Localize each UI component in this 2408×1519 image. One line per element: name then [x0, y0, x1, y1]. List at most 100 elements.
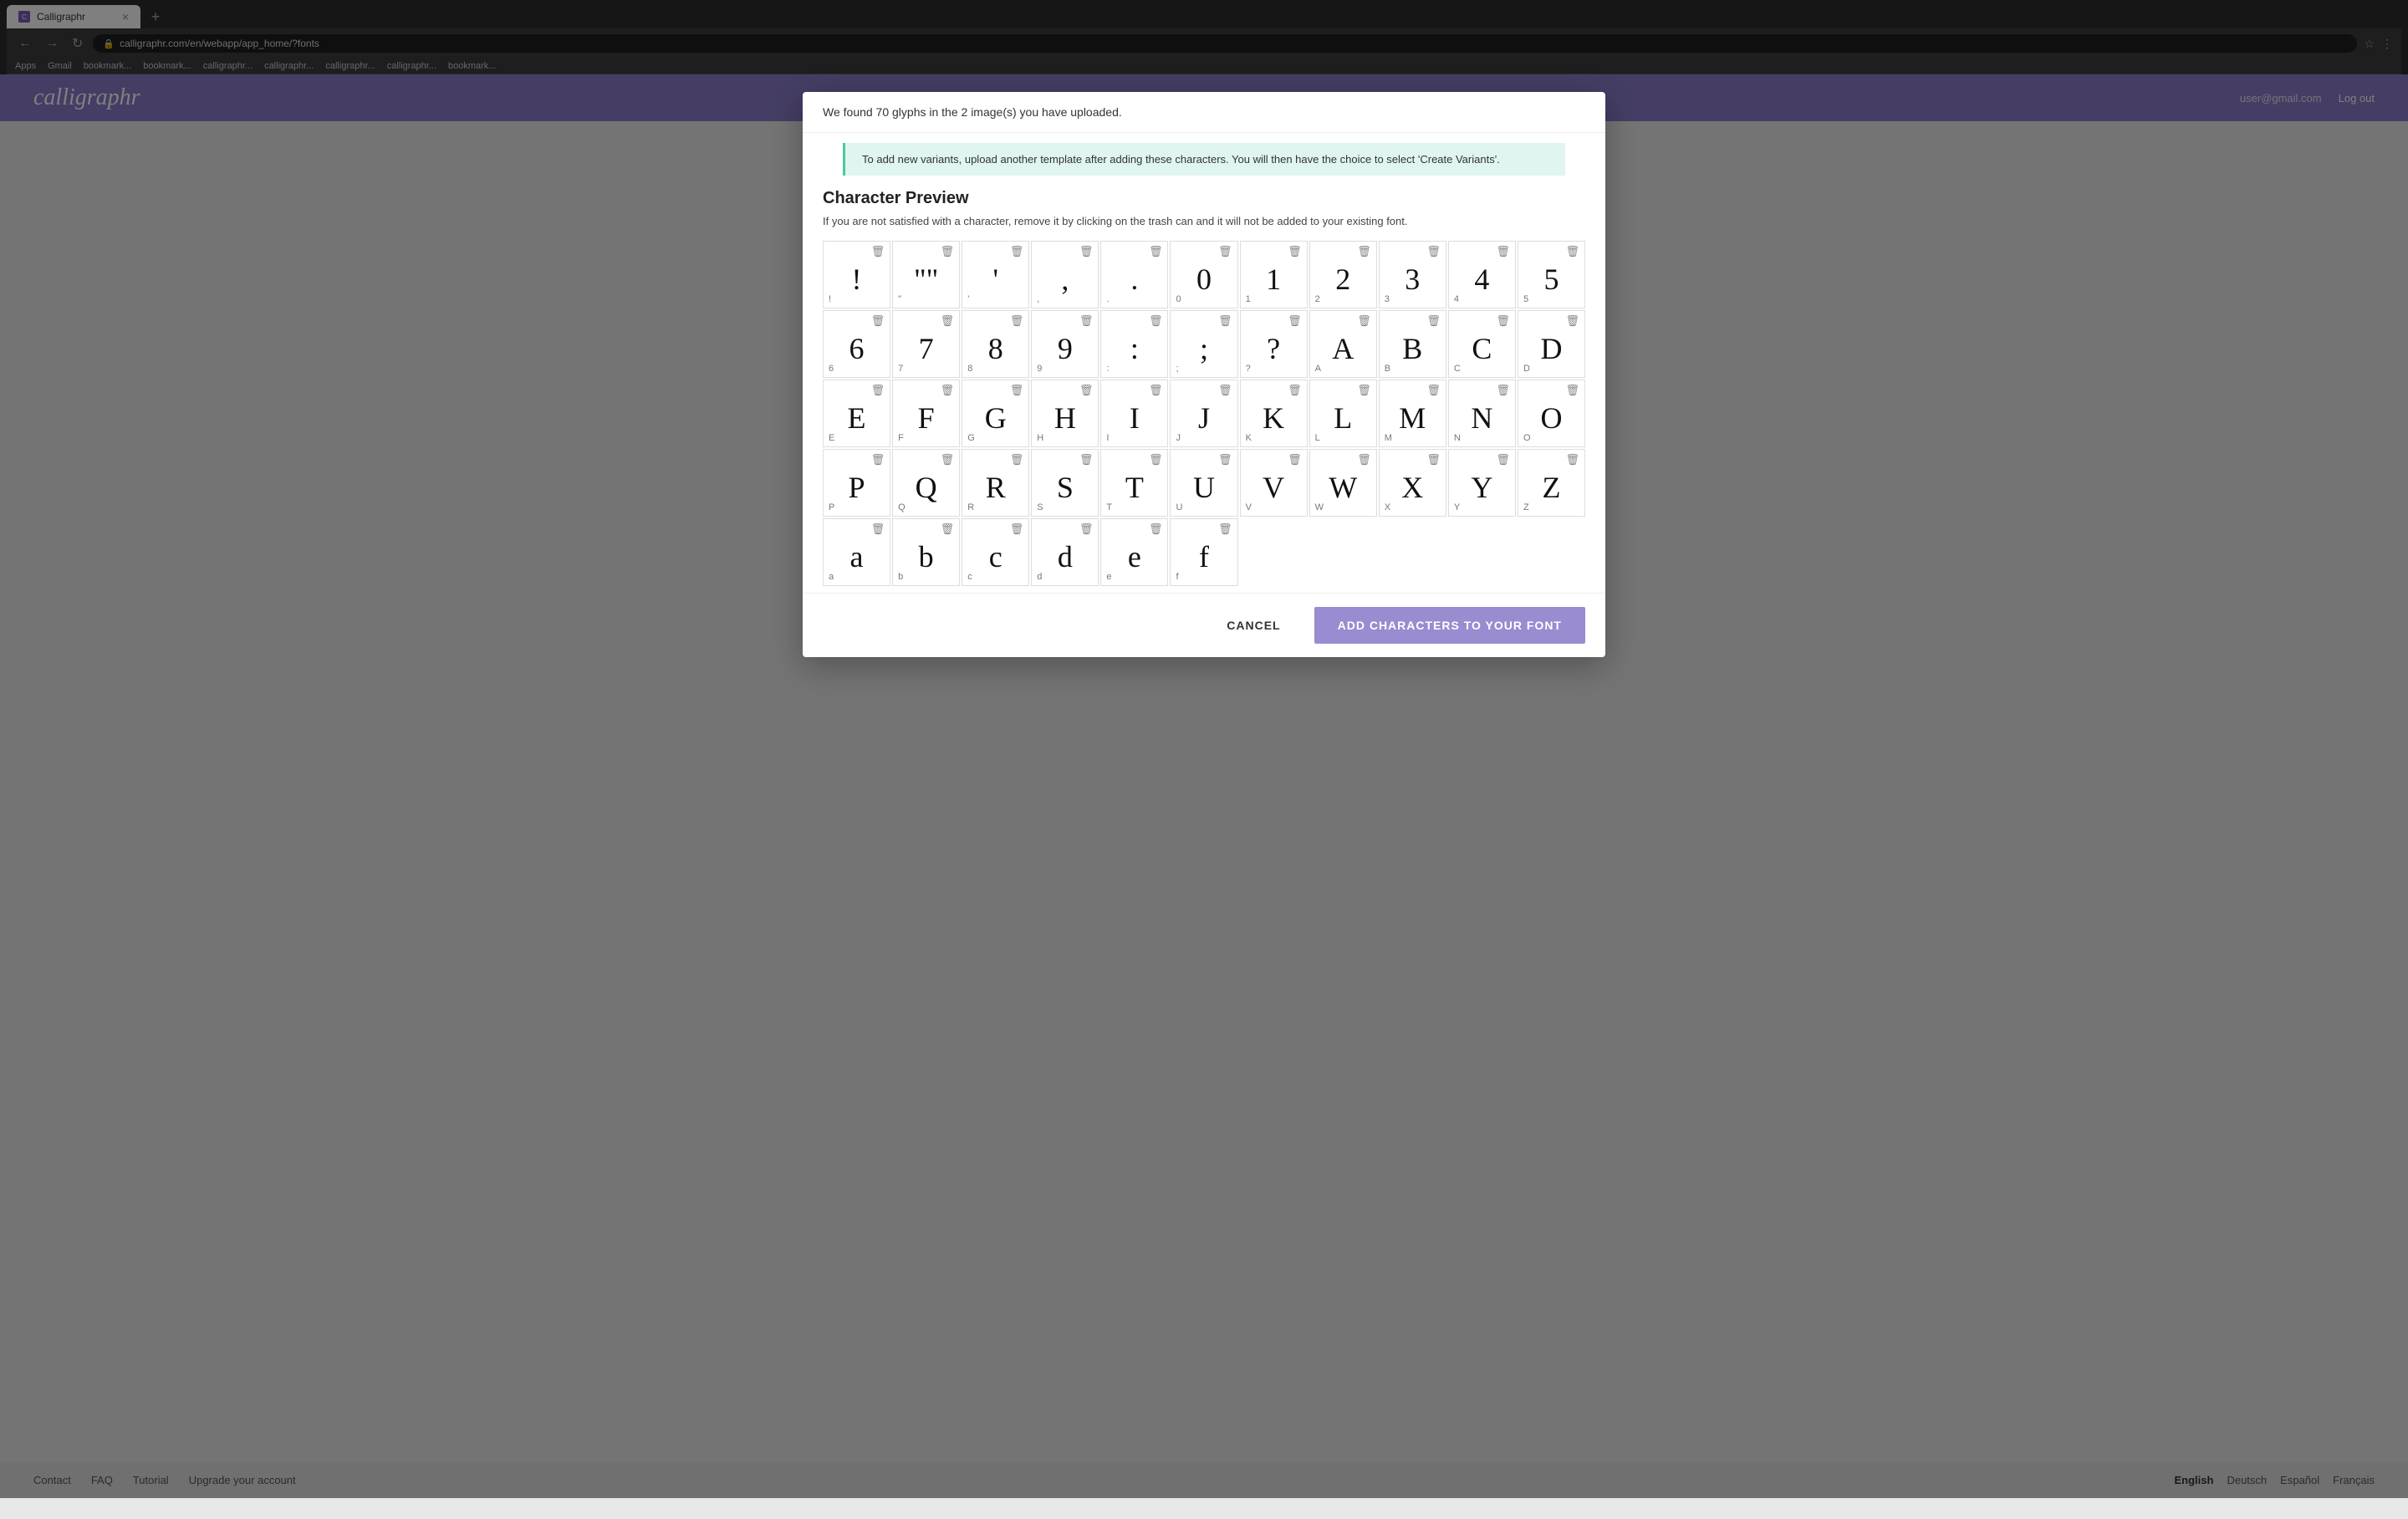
char-label-3: 3	[1385, 294, 1390, 304]
char-cell-9: 🗑99	[1031, 310, 1099, 378]
delete-char-1[interactable]: 🗑	[1288, 245, 1302, 258]
delete-char-R[interactable]: 🗑	[1010, 453, 1024, 466]
delete-char-e[interactable]: 🗑	[1149, 522, 1163, 536]
delete-char-P[interactable]: 🗑	[871, 453, 885, 466]
delete-char-A[interactable]: 🗑	[1357, 314, 1371, 328]
delete-char-C[interactable]: 🗑	[1496, 314, 1510, 328]
delete-char-f[interactable]: 🗑	[1218, 522, 1232, 536]
delete-char-![interactable]: 🗑	[871, 245, 885, 258]
delete-char-7[interactable]: 🗑	[941, 314, 955, 328]
char-display-c: c	[989, 542, 1002, 572]
char-display-W: W	[1329, 472, 1357, 502]
delete-char-U[interactable]: 🗑	[1218, 453, 1232, 466]
delete-char-'[interactable]: 🗑	[1010, 245, 1024, 258]
delete-char-9[interactable]: 🗑	[1079, 314, 1094, 328]
delete-char-8[interactable]: 🗑	[1010, 314, 1024, 328]
delete-char-X[interactable]: 🗑	[1426, 453, 1441, 466]
delete-char-:[interactable]: 🗑	[1149, 314, 1163, 328]
found-glyphs-text: We found 70 glyphs in the 2 image(s) you…	[823, 105, 1585, 119]
char-display-.: .	[1130, 264, 1138, 294]
delete-char-,[interactable]: 🗑	[1079, 245, 1094, 258]
char-cell-G: 🗑GG	[962, 380, 1029, 447]
delete-char-J[interactable]: 🗑	[1218, 384, 1232, 397]
char-label-T: T	[1106, 502, 1112, 512]
char-cell-U: 🗑UU	[1170, 449, 1237, 517]
delete-char-b[interactable]: 🗑	[941, 522, 955, 536]
char-label-7: 7	[898, 364, 903, 374]
delete-char-4[interactable]: 🗑	[1496, 245, 1510, 258]
char-display-?: ?	[1267, 334, 1280, 364]
delete-char-D[interactable]: 🗑	[1566, 314, 1580, 328]
char-display-!: !	[852, 264, 862, 294]
delete-char-K[interactable]: 🗑	[1288, 384, 1302, 397]
delete-char-L[interactable]: 🗑	[1357, 384, 1371, 397]
delete-char-Q[interactable]: 🗑	[941, 453, 955, 466]
delete-char-V[interactable]: 🗑	[1288, 453, 1302, 466]
modal-footer: CANCEL ADD CHARACTERS TO YOUR FONT	[803, 593, 1605, 657]
delete-char-?[interactable]: 🗑	[1288, 314, 1302, 328]
char-cell-;: 🗑;;	[1170, 310, 1237, 378]
delete-char-G[interactable]: 🗑	[1010, 384, 1024, 397]
char-display-S: S	[1057, 472, 1074, 502]
delete-char-O[interactable]: 🗑	[1566, 384, 1580, 397]
char-display-;: ;	[1200, 334, 1208, 364]
delete-char-a[interactable]: 🗑	[871, 522, 885, 536]
cancel-button[interactable]: CANCEL	[1203, 607, 1303, 644]
delete-char-E[interactable]: 🗑	[871, 384, 885, 397]
char-cell-4: 🗑44	[1448, 241, 1516, 308]
char-cell-8: 🗑88	[962, 310, 1029, 378]
char-display-e: e	[1128, 542, 1141, 572]
char-display-U: U	[1193, 472, 1215, 502]
char-label-F: F	[898, 433, 904, 443]
char-label-': '	[967, 294, 969, 304]
delete-char-d[interactable]: 🗑	[1079, 522, 1094, 536]
char-display-I: I	[1130, 403, 1140, 433]
char-label-d: d	[1037, 572, 1042, 582]
delete-char-T[interactable]: 🗑	[1149, 453, 1163, 466]
delete-char-"[interactable]: 🗑	[941, 245, 955, 258]
delete-char-H[interactable]: 🗑	[1079, 384, 1094, 397]
char-label-J: J	[1176, 433, 1181, 443]
char-label-,: ,	[1037, 294, 1039, 304]
add-characters-button[interactable]: ADD CHARACTERS TO YOUR FONT	[1314, 607, 1585, 644]
delete-char-B[interactable]: 🗑	[1426, 314, 1441, 328]
delete-char-c[interactable]: 🗑	[1010, 522, 1024, 536]
modal-body: To add new variants, upload another temp…	[803, 133, 1605, 593]
delete-char-.[interactable]: 🗑	[1149, 245, 1163, 258]
char-display-:: :	[1130, 334, 1139, 364]
char-label-N: N	[1454, 433, 1461, 443]
delete-char-N[interactable]: 🗑	[1496, 384, 1510, 397]
char-display-L: L	[1334, 403, 1352, 433]
delete-char-M[interactable]: 🗑	[1426, 384, 1441, 397]
char-display-Y: Y	[1471, 472, 1492, 502]
delete-char-;[interactable]: 🗑	[1218, 314, 1232, 328]
delete-char-2[interactable]: 🗑	[1357, 245, 1371, 258]
delete-char-6[interactable]: 🗑	[871, 314, 885, 328]
char-label-O: O	[1523, 433, 1531, 443]
char-label-C: C	[1454, 364, 1461, 374]
delete-char-W[interactable]: 🗑	[1357, 453, 1371, 466]
char-cell-Z: 🗑ZZ	[1518, 449, 1585, 517]
char-cell-F: 🗑FF	[892, 380, 960, 447]
delete-char-0[interactable]: 🗑	[1218, 245, 1232, 258]
char-label-!: !	[829, 294, 831, 304]
delete-char-Z[interactable]: 🗑	[1566, 453, 1580, 466]
char-label-5: 5	[1523, 294, 1528, 304]
info-banner: To add new variants, upload another temp…	[843, 143, 1565, 176]
delete-char-S[interactable]: 🗑	[1079, 453, 1094, 466]
delete-char-F[interactable]: 🗑	[941, 384, 955, 397]
char-cell-O: 🗑OO	[1518, 380, 1585, 447]
char-display-9: 9	[1058, 334, 1073, 364]
char-label-a: a	[829, 572, 834, 582]
delete-char-3[interactable]: 🗑	[1426, 245, 1441, 258]
char-label-?: ?	[1246, 364, 1251, 374]
char-display-7: 7	[919, 334, 934, 364]
char-cell-C: 🗑CC	[1448, 310, 1516, 378]
char-cell-K: 🗑KK	[1240, 380, 1308, 447]
delete-char-I[interactable]: 🗑	[1149, 384, 1163, 397]
delete-char-Y[interactable]: 🗑	[1496, 453, 1510, 466]
char-display-T: T	[1125, 472, 1144, 502]
char-display-4: 4	[1474, 264, 1489, 294]
delete-char-5[interactable]: 🗑	[1566, 245, 1580, 258]
char-cell-R: 🗑RR	[962, 449, 1029, 517]
